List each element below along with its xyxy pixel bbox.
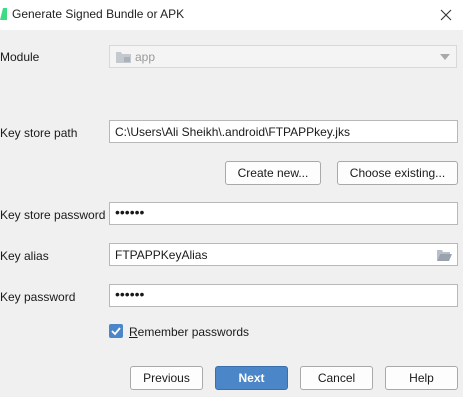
cancel-button[interactable]: Cancel (300, 366, 373, 390)
key-alias-field[interactable]: FTPAPPKeyAlias (109, 243, 458, 266)
key-store-path-value: C:\Users\Ali Sheikh\.android\FTPAPPkey.j… (115, 125, 350, 139)
key-password-field[interactable]: •••••• (109, 284, 458, 307)
window-title: Generate Signed Bundle or APK (12, 7, 185, 21)
module-label: Module (0, 50, 40, 64)
module-value: app (135, 50, 156, 64)
key-alias-value: FTPAPPKeyAlias (115, 248, 208, 262)
key-password-value: •••••• (115, 286, 145, 302)
create-new-button[interactable]: Create new... (225, 161, 321, 185)
remember-mnemonic: R (129, 325, 138, 339)
checkmark-icon (111, 327, 121, 336)
remember-passwords-checkbox[interactable] (109, 324, 123, 338)
chevron-down-icon (440, 54, 450, 60)
remember-rest: emember passwords (137, 325, 250, 339)
key-store-password-label: Key store password (0, 208, 106, 222)
android-studio-icon (0, 8, 7, 20)
key-store-password-field[interactable]: •••••• (109, 202, 458, 225)
key-password-label: Key password (0, 290, 76, 304)
close-icon[interactable] (440, 9, 452, 21)
generate-signed-apk-dialog: Generate Signed Bundle or APK Module app… (0, 0, 463, 405)
key-store-path-field[interactable]: C:\Users\Ali Sheikh\.android\FTPAPPkey.j… (109, 120, 458, 143)
remember-passwords-label[interactable]: Remember passwords (129, 325, 249, 339)
next-button[interactable]: Next (215, 366, 288, 390)
background-window-strip (0, 397, 463, 405)
folder-open-icon[interactable] (437, 249, 452, 261)
title-bar: Generate Signed Bundle or APK (0, 0, 463, 30)
key-store-path-label: Key store path (0, 126, 78, 140)
key-store-password-value: •••••• (115, 204, 145, 220)
module-folder-icon (116, 52, 131, 63)
key-alias-label: Key alias (0, 249, 49, 263)
module-select[interactable]: app (109, 45, 457, 68)
choose-existing-button[interactable]: Choose existing... (337, 161, 458, 185)
previous-button[interactable]: Previous (130, 366, 203, 390)
help-button[interactable]: Help (385, 366, 458, 390)
